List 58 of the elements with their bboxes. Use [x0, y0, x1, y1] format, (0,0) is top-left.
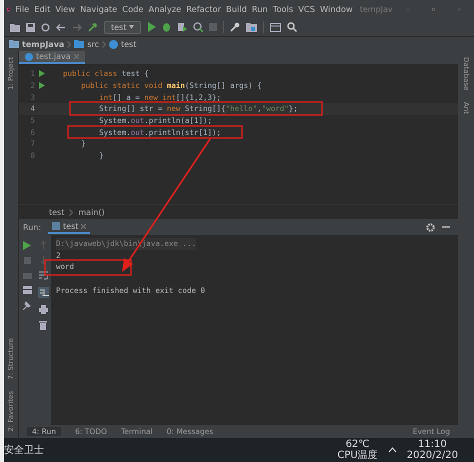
- chevron-icon: [69, 208, 74, 216]
- taskbar-app-label[interactable]: 安全卫士: [4, 443, 44, 457]
- menu-item[interactable]: Code: [122, 4, 144, 14]
- run-config-icon: [52, 222, 60, 230]
- chevron-icon: [102, 40, 106, 48]
- breadcrumb-item[interactable]: tempJava: [22, 40, 64, 48]
- wrench-icon[interactable]: [230, 22, 240, 32]
- run-gutter-icon[interactable]: [39, 70, 45, 78]
- layout-icon[interactable]: [22, 286, 32, 294]
- coverage-icon[interactable]: [176, 22, 187, 32]
- menu-item[interactable]: File: [15, 4, 30, 14]
- menu-item[interactable]: Refactor: [186, 4, 222, 14]
- module-folder-icon: [9, 40, 19, 48]
- hammer-icon[interactable]: [88, 22, 98, 32]
- chevron-icon: [67, 40, 72, 48]
- soft-wrap-icon[interactable]: [38, 271, 48, 280]
- folder-icon[interactable]: [10, 22, 20, 32]
- refresh-icon[interactable]: [41, 22, 50, 32]
- back-arrow-icon[interactable]: [56, 22, 66, 32]
- run-panel-label: Run:: [23, 222, 42, 232]
- editor-tab[interactable]: test.java: [19, 51, 85, 64]
- menu-item[interactable]: Window: [320, 4, 353, 14]
- clock-time: 11:10: [418, 439, 447, 450]
- cpu-temperature: 62℃: [346, 439, 370, 450]
- breadcrumb-item[interactable]: src: [87, 40, 99, 48]
- run-icon[interactable]: [146, 22, 156, 32]
- search-icon[interactable]: [286, 22, 297, 32]
- menu-item[interactable]: Analyze: [148, 4, 182, 14]
- save-icon[interactable]: [26, 22, 35, 32]
- folder-icon: [74, 40, 84, 48]
- window-title: tempJav: [360, 4, 393, 14]
- run-config-dropdown[interactable]: test: [104, 20, 141, 34]
- menu-item[interactable]: Run: [252, 4, 268, 14]
- breadcrumb-item[interactable]: main(): [78, 208, 105, 216]
- window-icon[interactable]: [270, 22, 281, 32]
- clock-date: 2020/2/20: [406, 450, 458, 461]
- menu-item[interactable]: View: [55, 4, 76, 14]
- settings-icon[interactable]: [426, 222, 435, 232]
- menu-item[interactable]: Tools: [272, 4, 294, 14]
- class-icon: [25, 52, 33, 60]
- breadcrumb-item[interactable]: test: [49, 208, 64, 216]
- trash-icon[interactable]: [39, 321, 47, 330]
- close-icon[interactable]: [81, 224, 86, 228]
- breadcrumb-item[interactable]: test: [121, 40, 136, 48]
- scroll-to-end-icon[interactable]: [38, 287, 48, 298]
- run-gutter-icon[interactable]: [39, 82, 45, 90]
- tray-chevron-icon[interactable]: [388, 447, 397, 453]
- pin-icon[interactable]: [23, 301, 31, 310]
- menu-item[interactable]: Build: [226, 4, 247, 14]
- rerun-icon[interactable]: [23, 241, 31, 250]
- menu-item[interactable]: VCS: [298, 4, 315, 14]
- caret-icon[interactable]: [128, 25, 134, 30]
- class-icon: [109, 40, 118, 48]
- menu-item[interactable]: Navigate: [80, 4, 118, 14]
- menu-item[interactable]: Edit: [34, 4, 50, 14]
- project-structure-icon[interactable]: [246, 22, 257, 32]
- cpu-temperature-label: CPU温度: [337, 450, 378, 461]
- profiler-icon[interactable]: [192, 22, 203, 32]
